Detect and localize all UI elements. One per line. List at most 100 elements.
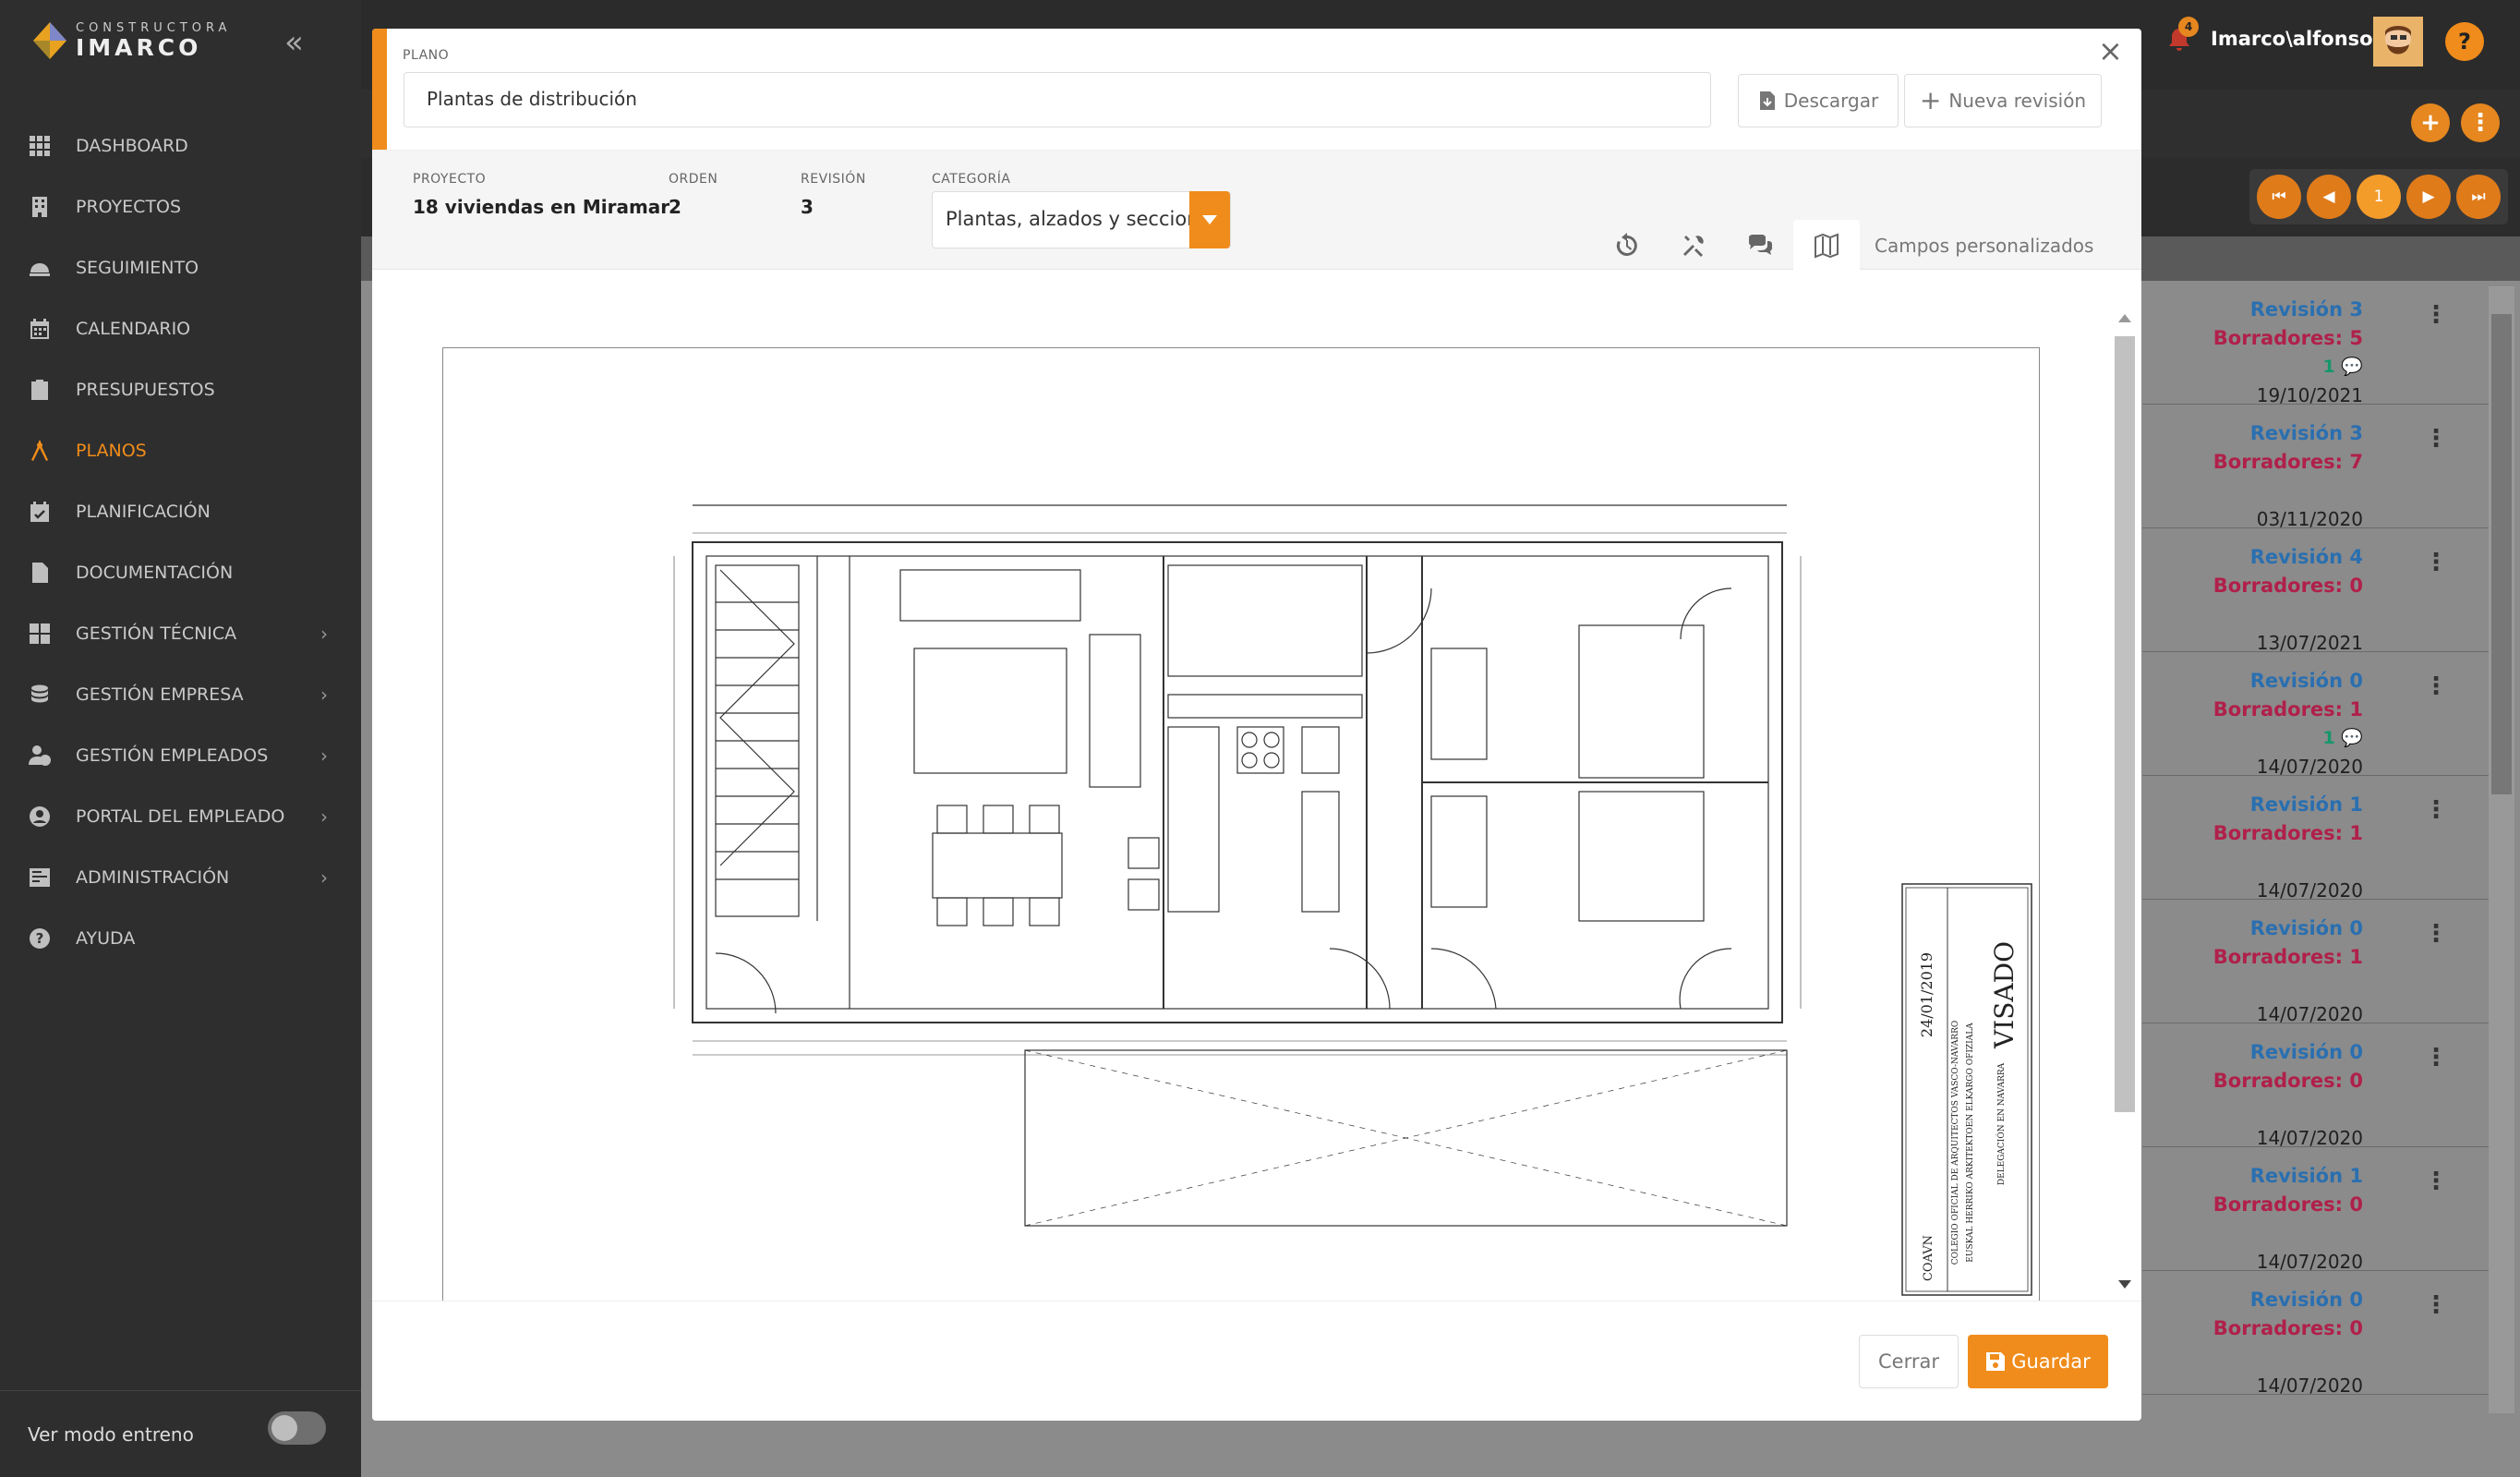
table-row[interactable]: Revisión 0 Borradores: 0 14/07/2020 ⋮: [2142, 1023, 2502, 1149]
categoria-label: CATEGORÍA: [932, 172, 1011, 187]
scroll-up-icon[interactable]: [2118, 314, 2131, 322]
download-file-icon: [1759, 91, 1775, 110]
cancel-button[interactable]: Cerrar: [1859, 1335, 1959, 1388]
revision-label[interactable]: Revisión 0: [2142, 914, 2363, 943]
table-row[interactable]: Revisión 1 Borradores: 1 14/07/2020 ⋮: [2142, 776, 2502, 902]
sidebar-item-administracion[interactable]: ADMINISTRACIÓN ›: [0, 847, 361, 908]
orden-label: ORDEN: [669, 172, 718, 187]
table-row[interactable]: Revisión 0 Borradores: 1 1 💬 14/07/2020 …: [2142, 652, 2502, 778]
viewer-scrollbar[interactable]: [2111, 305, 2139, 1301]
stamp-delegation: DELEGACIÓN EN NAVARRA: [1996, 1062, 2007, 1185]
revision-label[interactable]: Revisión 0: [2142, 1038, 2363, 1067]
question-icon: ?: [28, 926, 52, 950]
user-name[interactable]: Imarco\alfonso: [2211, 28, 2373, 50]
scroll-down-icon[interactable]: [2118, 1280, 2131, 1289]
sidebar-item-gestion-tecnica[interactable]: GESTIÓN TÉCNICA ›: [0, 603, 361, 664]
row-menu-icon[interactable]: ⋮: [2424, 672, 2448, 700]
comment-icon: 💬: [2341, 728, 2363, 748]
sidebar-item-seguimiento[interactable]: SEGUIMIENTO: [0, 237, 361, 298]
download-button[interactable]: Descargar: [1738, 74, 1899, 127]
row-menu-icon[interactable]: ⋮: [2424, 796, 2448, 824]
categoria-select[interactable]: Plantas, alzados y secciones: [932, 191, 1231, 248]
sidebar-item-proyectos[interactable]: PROYECTOS: [0, 176, 361, 237]
sidebar-item-label: DOCUMENTACIÓN: [76, 563, 234, 583]
avatar[interactable]: [2373, 17, 2423, 67]
chevron-down-icon[interactable]: [1189, 191, 1230, 248]
tab-plan-view[interactable]: [1793, 220, 1860, 272]
sidebar-item-ayuda[interactable]: ? AYUDA: [0, 908, 361, 969]
current-page[interactable]: 1: [2357, 175, 2401, 219]
table-row[interactable]: Revisión 3 Borradores: 5 1 💬 19/10/2021 …: [2142, 281, 2502, 406]
sidebar-item-gestion-empleados[interactable]: GESTIÓN EMPLEADOS ›: [0, 725, 361, 786]
revision-label[interactable]: Revisión 0: [2142, 1286, 2363, 1314]
sidebar-item-label: GESTIÓN EMPRESA: [76, 684, 244, 705]
clipboard-icon: [28, 378, 52, 402]
plan-drawing[interactable]: VISADO 24/01/2019 COLEGIO OFICIAL DE ARQ…: [442, 347, 2040, 1301]
revision-label[interactable]: Revisión 3: [2142, 419, 2363, 448]
table-row[interactable]: Revisión 1 Borradores: 0 14/07/2020 ⋮: [2142, 1147, 2502, 1273]
brand-line2: IMARCO: [76, 34, 202, 61]
sidebar-item-planos[interactable]: PLANOS: [0, 420, 361, 481]
revision-label[interactable]: Revisión 1: [2142, 791, 2363, 819]
row-menu-icon[interactable]: ⋮: [2424, 1044, 2448, 1071]
borradores-label: Borradores: 1: [2213, 822, 2363, 844]
first-page-button[interactable]: ⏮: [2257, 175, 2301, 219]
tab-custom-fields[interactable]: Campos personalizados: [1875, 235, 2093, 257]
sidebar-item-dashboard[interactable]: DASHBOARD: [0, 115, 361, 176]
sidebar-item-presupuestos[interactable]: PRESUPUESTOS: [0, 359, 361, 420]
sidebar-item-calendario[interactable]: CALENDARIO: [0, 298, 361, 359]
comment-icon: 💬: [2341, 357, 2363, 377]
row-menu-icon[interactable]: ⋮: [2424, 301, 2448, 329]
row-menu-icon[interactable]: ⋮: [2424, 1168, 2448, 1195]
row-menu-icon[interactable]: ⋮: [2424, 425, 2448, 453]
proyecto-field: PROYECTO 18 viviendas en Miramar: [413, 172, 669, 218]
add-button[interactable]: +: [2411, 103, 2450, 142]
sidebar-item-portal-empleado[interactable]: PORTAL DEL EMPLEADO ›: [0, 786, 361, 847]
sidebar-item-documentacion[interactable]: DOCUMENTACIÓN: [0, 542, 361, 603]
revision-label[interactable]: Revisión 4: [2142, 543, 2363, 572]
scrollbar-thumb[interactable]: [2115, 336, 2135, 1112]
sidebar-item-label: PLANOS: [76, 441, 147, 461]
plano-name-input[interactable]: Plantas de distribución: [404, 72, 1711, 127]
comments-count: 1 💬: [2142, 724, 2363, 752]
save-label: Guardar: [2011, 1350, 2091, 1373]
close-icon[interactable]: ×: [2098, 33, 2123, 68]
sidebar-item-label: DASHBOARD: [76, 136, 188, 156]
more-options-button[interactable]: ⋮: [2461, 103, 2500, 142]
save-button[interactable]: Guardar: [1968, 1335, 2108, 1388]
table-row[interactable]: Revisión 4 Borradores: 0 13/07/2021 ⋮: [2142, 528, 2502, 654]
grid-icon: [28, 622, 52, 646]
revision-label[interactable]: Revisión 0: [2142, 667, 2363, 696]
page-scrollbar[interactable]: [2489, 286, 2514, 1413]
sidebar-item-planificacion[interactable]: PLANIFICACIÓN: [0, 481, 361, 542]
table-row[interactable]: Revisión 3 Borradores: 7 03/11/2020 ⋮: [2142, 405, 2502, 530]
revision-label: REVISIÓN: [801, 172, 866, 187]
tab-tools[interactable]: [1660, 220, 1727, 272]
borradores-label: Borradores: 0: [2213, 1317, 2363, 1339]
revision-label[interactable]: Revisión 1: [2142, 1162, 2363, 1191]
scrollbar-thumb[interactable]: [2491, 314, 2512, 794]
brand-logo[interactable]: CONSTRUCTORA IMARCO: [31, 20, 231, 61]
tab-history[interactable]: [1594, 220, 1660, 272]
row-menu-icon[interactable]: ⋮: [2424, 920, 2448, 948]
coins-icon: [28, 683, 52, 707]
revision-label[interactable]: Revisión 3: [2142, 296, 2363, 324]
new-revision-button[interactable]: + Nueva revisión: [1904, 74, 2102, 127]
stamp-org: COLEGIO OFICIAL DE ARQUITECTOS VASCO-NAV…: [1951, 1021, 1960, 1265]
last-page-button[interactable]: ⏭: [2456, 175, 2501, 219]
helmet-icon: [28, 256, 52, 280]
modal-accent-bar: [372, 29, 387, 151]
row-menu-icon[interactable]: ⋮: [2424, 549, 2448, 576]
training-mode-toggle[interactable]: [268, 1411, 326, 1445]
row-menu-icon[interactable]: ⋮: [2424, 1291, 2448, 1319]
tab-comments[interactable]: [1727, 220, 1793, 272]
next-page-button[interactable]: ▶: [2406, 175, 2451, 219]
table-row[interactable]: Revisión 0 Borradores: 1 14/07/2020 ⋮: [2142, 900, 2502, 1025]
sidebar-item-label: ADMINISTRACIÓN: [76, 867, 230, 888]
table-row[interactable]: Revisión 0 Borradores: 0 14/07/2020 ⋮: [2142, 1271, 2502, 1397]
prev-page-button[interactable]: ◀: [2307, 175, 2351, 219]
plus-icon: +: [1919, 85, 1942, 115]
help-button[interactable]: ?: [2445, 22, 2484, 61]
sidebar-item-gestion-empresa[interactable]: GESTIÓN EMPRESA ›: [0, 664, 361, 725]
collapse-sidebar-icon[interactable]: «: [284, 24, 304, 61]
